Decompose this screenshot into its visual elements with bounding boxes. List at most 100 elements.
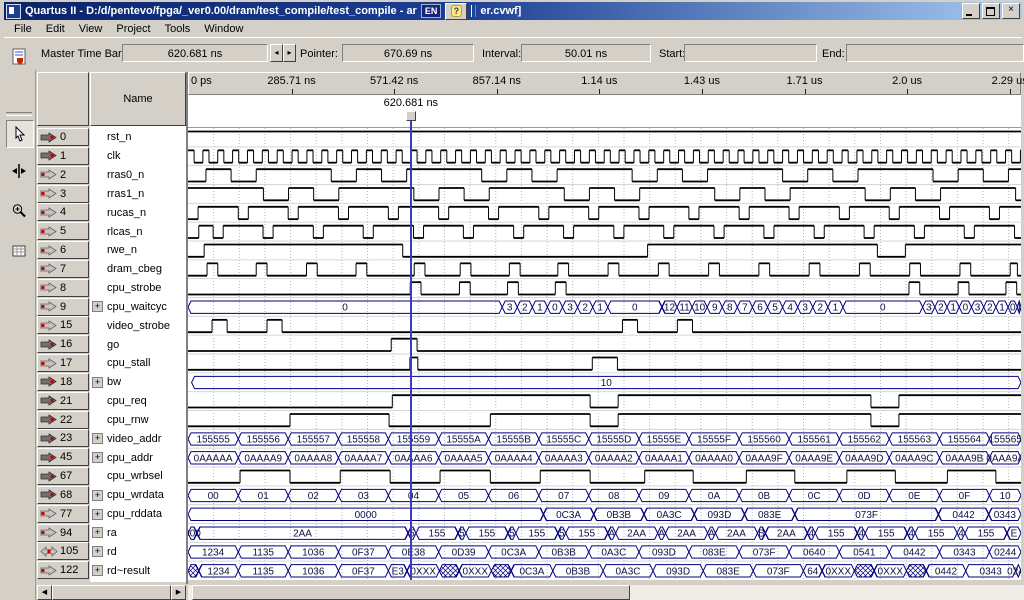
cursor-handle[interactable]: [406, 111, 416, 121]
signal-row-button-bw[interactable]: 18: [37, 373, 89, 391]
master-time-bar-field[interactable]: 620.681 ns: [122, 44, 268, 62]
report-tool-button[interactable]: [6, 44, 32, 70]
wave-hscrollbar[interactable]: [188, 585, 1024, 600]
signal-row-button-cpu_strobe[interactable]: 8: [37, 279, 89, 297]
selection-tool-button[interactable]: [6, 120, 34, 148]
menu-project[interactable]: Project: [109, 22, 157, 36]
grid-tool-button[interactable]: [6, 238, 32, 264]
svg-text:15555C: 15555C: [546, 435, 581, 446]
signal-name-rucas_n[interactable]: rucas_n: [90, 203, 186, 222]
signal-row-button-rras0_n[interactable]: 2: [37, 166, 89, 184]
minimize-button[interactable]: [962, 3, 980, 19]
signal-row-number: 122: [60, 564, 78, 576]
signal-row-button-video_addr[interactable]: 23: [37, 429, 89, 447]
signal-row-button-cpu_rnw[interactable]: 22: [37, 411, 89, 429]
waveform-canvas[interactable]: 0321032101211109876543210321032101101555…: [188, 128, 1021, 580]
svg-text:0F37: 0F37: [352, 566, 375, 577]
timeline-bar[interactable]: 0 ps285.71 ns571.42 ns857.14 ns1.14 us1.…: [188, 72, 1021, 95]
close-button[interactable]: ×: [1002, 3, 1020, 19]
svg-text:155: 155: [429, 529, 446, 540]
signal-row-button-cpu_waitcyc[interactable]: 9: [37, 298, 89, 316]
signal-name-video_addr[interactable]: video_addr: [90, 429, 186, 448]
spin-right-button[interactable]: ▸: [283, 44, 296, 62]
restore-button[interactable]: [982, 3, 1000, 19]
help-toolbar[interactable]: ?: [445, 3, 467, 20]
signal-name-cpu_rddata[interactable]: cpu_rddata: [90, 505, 186, 524]
signal-name-cpu_wrdata[interactable]: cpu_wrdata: [90, 486, 186, 505]
signal-row-button-rucas_n[interactable]: 4: [37, 203, 89, 221]
signal-row-button-ra[interactable]: 94: [37, 524, 89, 542]
signal-name-rd~result[interactable]: rd~result: [90, 561, 186, 580]
menu-file[interactable]: File: [7, 22, 39, 36]
time-bar-tool-button[interactable]: [6, 158, 32, 184]
signal-row-button-rst_n[interactable]: 0: [37, 128, 89, 146]
signal-row-button-cpu_addr[interactable]: 45: [37, 448, 89, 466]
signal-row-button-rd~result[interactable]: 122: [37, 561, 89, 579]
signal-name-cpu_wrbsel[interactable]: cpu_wrbsel: [90, 467, 186, 486]
master-time-bar-cursor[interactable]: [410, 120, 412, 580]
signal-name-rd[interactable]: rd: [90, 542, 186, 561]
signal-row-button-cpu_rddata[interactable]: 77: [37, 505, 89, 523]
signal-name-cpu_strobe[interactable]: cpu_strobe: [90, 279, 186, 298]
toolbar-grip[interactable]: [471, 5, 476, 17]
signal-row-button-video_strobe[interactable]: 15: [37, 316, 89, 334]
start-field[interactable]: [684, 44, 817, 62]
help-bubble-icon[interactable]: ?: [451, 5, 463, 17]
signal-row-button-cpu_stall[interactable]: 17: [37, 354, 89, 372]
menu-edit[interactable]: Edit: [39, 22, 72, 36]
signal-row-button-clk[interactable]: 1: [37, 147, 89, 165]
signal-name-rras1_n[interactable]: rras1_n: [90, 185, 186, 204]
scroll-right-button[interactable]: ▶: [171, 585, 186, 600]
signal-name-cpu_stall[interactable]: cpu_stall: [90, 354, 186, 373]
signal-row-button-rras1_n[interactable]: 3: [37, 185, 89, 203]
signal-row-button-rd[interactable]: 105: [37, 542, 89, 560]
signal-row-button-rlcas_n[interactable]: 5: [37, 222, 89, 240]
signal-name-cpu_addr[interactable]: cpu_addr: [90, 448, 186, 467]
name-hscrollbar[interactable]: ◀ ▶: [37, 585, 186, 600]
signal-name-rlcas_n[interactable]: rlcas_n: [90, 222, 186, 241]
signal-name-rras0_n[interactable]: rras0_n: [90, 166, 186, 185]
signal-row-button-go[interactable]: 16: [37, 335, 89, 353]
signal-row-button-rwe_n[interactable]: 6: [37, 241, 89, 259]
title-bar[interactable]: Quartus II - D:/d/pentevo/fpga/_ver0.00/…: [4, 2, 1022, 20]
svg-text:0AAAA7: 0AAAA7: [344, 453, 382, 464]
signal-name-ra[interactable]: ra: [90, 524, 186, 543]
spin-left-button[interactable]: ◂: [270, 44, 283, 62]
menu-tools[interactable]: Tools: [158, 22, 198, 36]
svg-text:3: 3: [975, 303, 981, 314]
signal-row-button-cpu_wrbsel[interactable]: 67: [37, 467, 89, 485]
svg-text:0AAAA4: 0AAAA4: [495, 453, 533, 464]
signal-name-cpu_waitcyc[interactable]: cpu_waitcyc: [90, 298, 186, 317]
signal-row-button-dram_cbeg[interactable]: 7: [37, 260, 89, 278]
svg-text:15555E: 15555E: [647, 435, 682, 446]
waveform-area[interactable]: 0321032101211109876543210321032101101555…: [188, 128, 1021, 580]
signal-name-cpu_rnw[interactable]: cpu_rnw: [90, 411, 186, 430]
signal-name-go[interactable]: go: [90, 335, 186, 354]
marker-strip[interactable]: [188, 95, 1021, 128]
svg-text:4: 4: [787, 303, 793, 314]
end-field[interactable]: [846, 44, 1024, 62]
signal-name-dram_cbeg[interactable]: dram_cbeg: [90, 260, 186, 279]
signal-name-rst_n[interactable]: rst_n: [90, 128, 186, 147]
signal-label: cpu_strobe: [107, 282, 161, 294]
signal-name-video_strobe[interactable]: video_strobe: [90, 316, 186, 335]
signal-row-button-cpu_req[interactable]: 21: [37, 392, 89, 410]
signal-name-rwe_n[interactable]: rwe_n: [90, 241, 186, 260]
signal-name-cpu_req[interactable]: cpu_req: [90, 392, 186, 411]
svg-text:093D: 093D: [666, 566, 690, 577]
timeline-tick: [599, 89, 600, 94]
svg-text:0AAAA1: 0AAAA1: [645, 453, 683, 464]
scroll-left-button[interactable]: ◀: [37, 585, 52, 600]
menu-window[interactable]: Window: [197, 22, 250, 36]
zoom-tool-button[interactable]: [6, 198, 32, 224]
signal-name-clk[interactable]: clk: [90, 147, 186, 166]
signal-row-number: 67: [60, 470, 72, 482]
signal-name-bw[interactable]: bw: [90, 373, 186, 392]
language-indicator[interactable]: EN: [421, 4, 442, 18]
scroll-thumb[interactable]: [52, 585, 171, 600]
svg-text:3: 3: [507, 303, 513, 314]
toolstrip-separator: [6, 112, 32, 116]
menu-view[interactable]: View: [72, 22, 110, 36]
scroll-thumb[interactable]: [192, 585, 630, 600]
signal-row-button-cpu_wrdata[interactable]: 68: [37, 486, 89, 504]
